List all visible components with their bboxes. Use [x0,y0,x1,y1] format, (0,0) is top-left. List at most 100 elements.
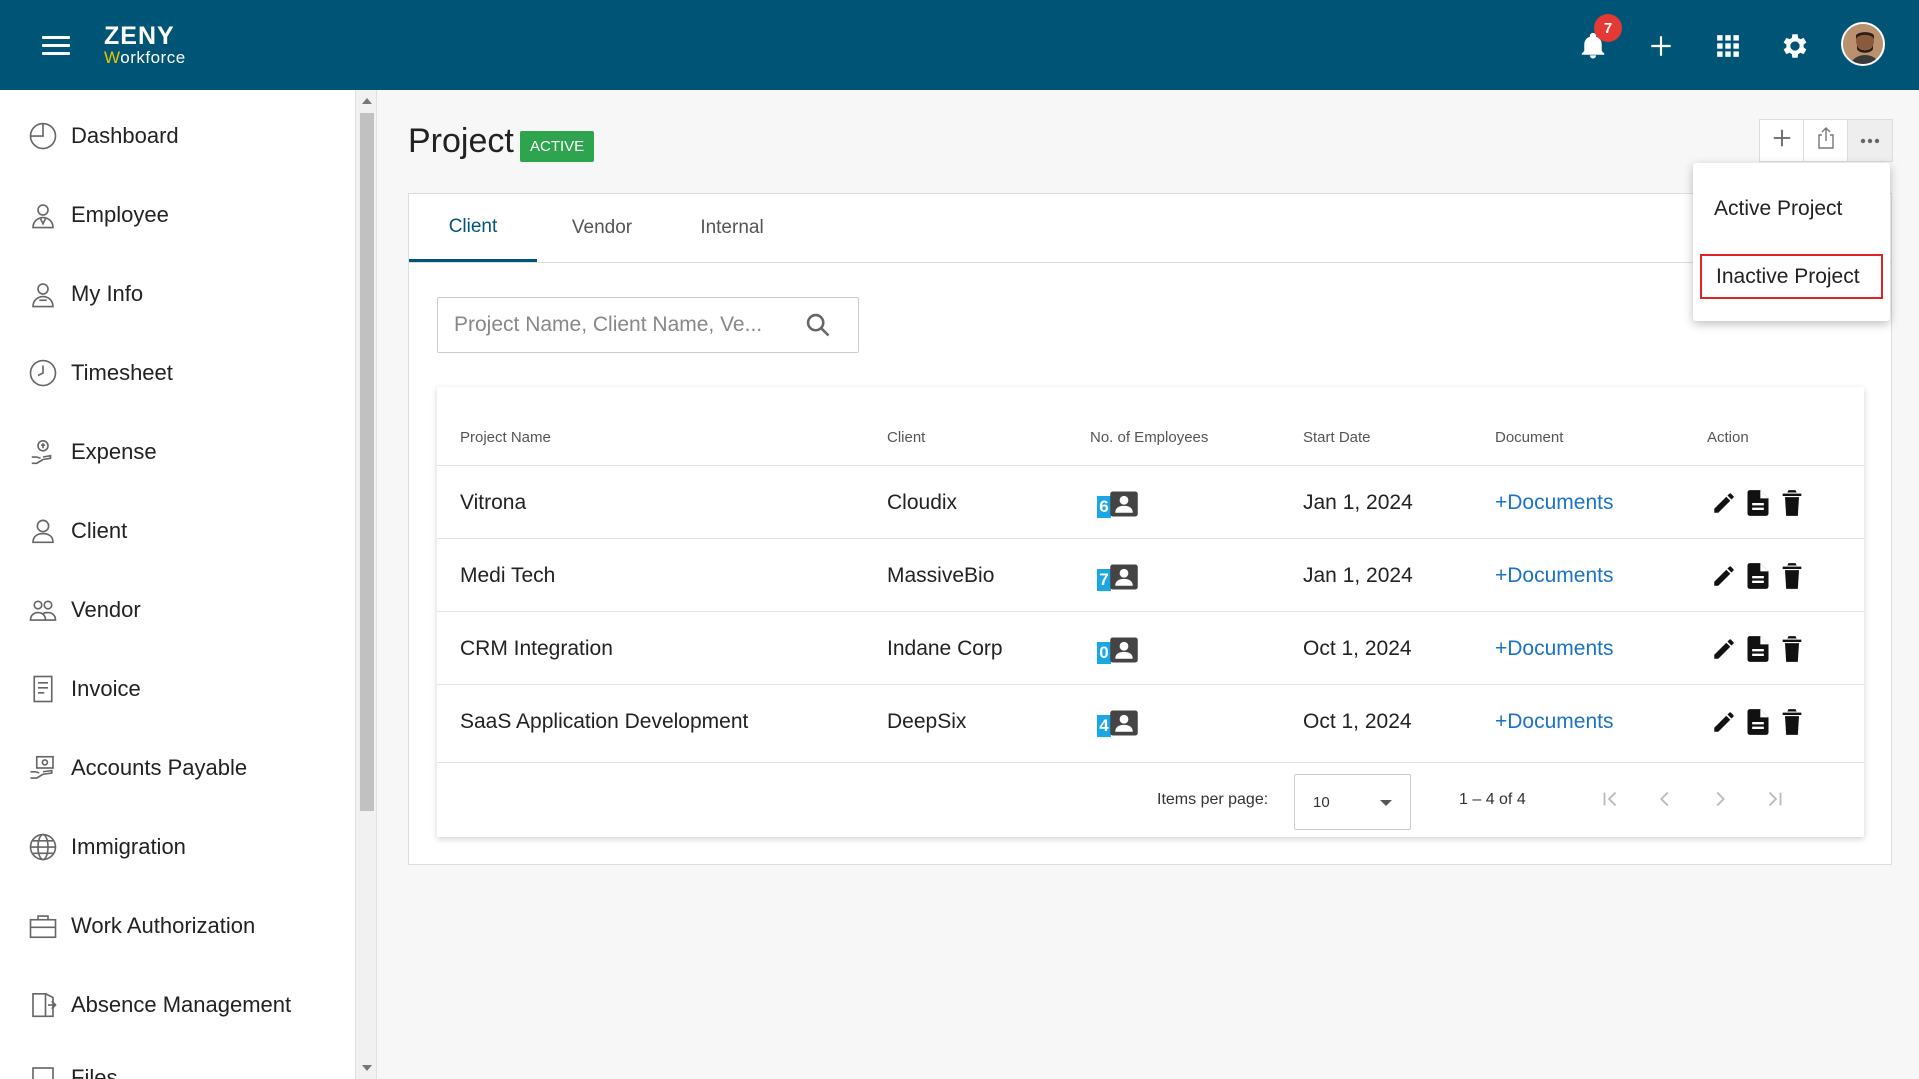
edit-icon[interactable] [1707,561,1741,591]
apps-grid-icon[interactable] [1708,26,1748,66]
project-name-cell: CRM Integration [460,637,613,660]
table-row[interactable]: CRM Integration Indane Corp 0 Oct 1, 202… [437,611,1864,684]
start-date-cell: Jan 1, 2024 [1303,564,1413,587]
sidebar-item-label: Accounts Payable [71,755,248,780]
documents-link[interactable]: +Documents [1495,564,1613,588]
app-logo[interactable]: ZENY Workforce [104,22,186,67]
employee-count[interactable]: 0 [1097,636,1145,664]
add-button[interactable] [1760,120,1804,161]
exit-door-icon [27,989,59,1021]
column-header-employees[interactable]: No. of Employees [1090,429,1208,446]
sidebar-item-label: Employee [71,202,169,227]
document-icon[interactable] [1741,488,1775,518]
scrollbar-thumb[interactable] [360,113,374,811]
sidebar-item-accounts-payable[interactable]: Accounts Payable [27,748,247,788]
client-cell: Indane Corp [887,637,1003,660]
employee-icon [27,199,59,231]
files-icon [27,1062,59,1079]
chevron-left-icon [1654,788,1676,815]
sidebar-item-label: Absence Management [71,992,292,1017]
row-actions [1707,561,1809,591]
sidebar-item-files[interactable]: Files [27,1058,117,1079]
previous-page-button[interactable] [1647,785,1683,817]
employee-card-icon [1110,564,1138,590]
employee-count[interactable]: 6 [1097,490,1145,518]
sidebar-item-my-info[interactable]: My Info [27,274,143,314]
sidebar-item-absence-management[interactable]: Absence Management [27,985,291,1025]
globe-icon [27,831,59,863]
column-header-project-name[interactable]: Project Name [460,429,551,446]
documents-link[interactable]: +Documents [1495,710,1613,734]
document-icon[interactable] [1741,707,1775,737]
edit-icon[interactable] [1707,488,1741,518]
items-per-page-select[interactable]: 10 [1294,774,1411,830]
share-icon [1814,125,1838,156]
sidebar-item-label: Dashboard [71,123,179,148]
delete-icon[interactable] [1775,561,1809,591]
table-row[interactable]: SaaS Application Development DeepSix 4 O… [437,684,1864,757]
edit-icon[interactable] [1707,634,1741,664]
document-icon[interactable] [1741,561,1775,591]
sidebar-item-dashboard[interactable]: Dashboard [27,116,179,156]
start-date-cell: Jan 1, 2024 [1303,491,1413,514]
client-cell: Cloudix [887,491,958,514]
scroll-down-icon[interactable] [362,1065,372,1071]
search-box [437,297,859,353]
sidebar-item-invoice[interactable]: Invoice [27,669,141,709]
sidebar-item-expense[interactable]: Expense [27,432,157,472]
sidebar-item-timesheet[interactable]: Timesheet [27,353,173,393]
column-header-document[interactable]: Document [1495,429,1563,446]
expense-icon [27,436,59,468]
gear-icon[interactable] [1775,26,1815,66]
menu-item-inactive-project[interactable]: Inactive Project [1700,254,1883,299]
chevron-right-icon [1709,788,1731,815]
search-icon[interactable] [804,311,832,344]
logo-line1: ZENY [104,22,175,50]
employee-card-icon [1110,637,1138,663]
employee-card-icon [1110,710,1138,736]
tab-client[interactable]: Client [409,194,537,262]
menu-item-active-project[interactable]: Active Project [1700,186,1883,231]
sidebar-item-vendor[interactable]: Vendor [27,590,141,630]
sidebar-item-work-authorization[interactable]: Work Authorization [27,906,255,946]
employee-card-icon [1110,491,1138,517]
column-header-action: Action [1707,429,1749,446]
tab-internal[interactable]: Internal [667,194,797,262]
sidebar-item-immigration[interactable]: Immigration [27,827,186,867]
sidebar-scrollbar[interactable] [355,90,377,1079]
document-icon[interactable] [1741,634,1775,664]
page-title: Project [408,122,514,160]
table-row[interactable]: Medi Tech MassiveBio 7 Jan 1, 2024 +Docu… [437,538,1864,611]
menu-icon[interactable] [42,36,70,56]
next-page-button[interactable] [1702,785,1738,817]
search-input[interactable] [454,310,794,340]
documents-link[interactable]: +Documents [1495,491,1613,515]
employee-count[interactable]: 4 [1097,709,1145,737]
sidebar-item-employee[interactable]: Employee [27,195,169,235]
avatar[interactable] [1841,22,1885,66]
items-per-page-label: Items per page: [1157,791,1269,808]
share-button[interactable] [1804,120,1848,161]
column-header-start-date[interactable]: Start Date [1303,429,1371,446]
delete-icon[interactable] [1775,707,1809,737]
first-page-button[interactable] [1592,785,1628,817]
sidebar-item-label: My Info [71,281,144,306]
tab-vendor[interactable]: Vendor [537,194,667,262]
project-name-cell: Vitrona [460,491,527,514]
edit-icon[interactable] [1707,707,1741,737]
plus-icon[interactable] [1641,26,1681,66]
delete-icon[interactable] [1775,634,1809,664]
scroll-up-icon[interactable] [362,98,372,104]
row-actions [1707,488,1809,518]
column-header-client[interactable]: Client [887,429,925,446]
last-page-button[interactable] [1757,785,1793,817]
project-card: Client Vendor Internal Project Name Clie… [408,193,1892,865]
employee-count[interactable]: 7 [1097,563,1145,591]
table-row[interactable]: Vitrona Cloudix 6 Jan 1, 2024 +Documents [437,465,1864,538]
sidebar-item-client[interactable]: Client [27,511,127,551]
client-cell: MassiveBio [887,564,995,587]
documents-link[interactable]: +Documents [1495,637,1613,661]
more-button[interactable] [1848,120,1892,161]
start-date-cell: Oct 1, 2024 [1303,637,1412,660]
delete-icon[interactable] [1775,488,1809,518]
